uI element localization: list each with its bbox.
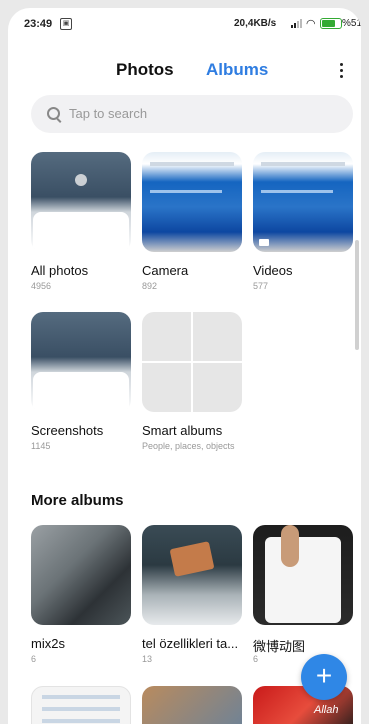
album-title: Camera <box>142 263 189 278</box>
more-albums-title: More albums <box>31 492 124 509</box>
scroll-indicator[interactable] <box>355 240 359 350</box>
album-thumbnail-partial[interactable] <box>31 686 131 724</box>
video-camera-icon <box>259 239 269 246</box>
album-thumbnail <box>142 152 242 252</box>
album-title: Screenshots <box>31 423 104 438</box>
status-bar: 23:49 ▣ 20,4KB/s ◠ %51 <box>8 8 361 38</box>
album-thumbnail <box>142 525 242 625</box>
album-thumbnail <box>253 525 353 625</box>
album-thumbnail-partial[interactable] <box>142 686 242 724</box>
album-title: 微博动图 <box>253 639 306 654</box>
album-count: 13 <box>142 654 153 664</box>
album-tel-ozellikleri[interactable]: tel özellikleri ta... 13 <box>142 525 242 664</box>
watermark-text: Allah <box>314 704 339 716</box>
add-album-button[interactable]: + <box>301 654 347 700</box>
album-title: Smart albums <box>142 423 223 438</box>
album-screenshots[interactable]: Screenshots 1145 <box>31 312 131 451</box>
battery-percent: %51 <box>342 18 361 29</box>
battery-icon <box>320 18 342 29</box>
header-tabs: Photos Albums <box>8 60 361 84</box>
album-title: tel özellikleri ta... <box>142 636 239 651</box>
search-icon <box>47 107 60 120</box>
gallery-screen: 23:49 ▣ 20,4KB/s ◠ %51 Photos Albums Tap… <box>8 8 361 724</box>
album-title: All photos <box>31 263 89 278</box>
tab-photos[interactable]: Photos <box>116 60 174 80</box>
album-count: 6 <box>253 654 259 664</box>
album-count: People, places, objects <box>142 441 235 451</box>
album-count: 577 <box>253 281 269 291</box>
album-mix2s[interactable]: mix2s 6 <box>31 525 131 664</box>
album-count: 1145 <box>31 441 51 451</box>
album-thumbnail <box>31 152 131 252</box>
album-smart-albums[interactable]: Smart albums People, places, objects <box>142 312 242 451</box>
album-camera[interactable]: Camera 892 <box>142 152 242 291</box>
album-title: Videos <box>253 263 293 278</box>
album-all-photos[interactable]: All photos 4956 <box>31 152 131 291</box>
wifi-icon: ◠ <box>306 18 316 30</box>
album-count: 892 <box>142 281 158 291</box>
album-thumbnail <box>253 152 353 252</box>
search-bar[interactable]: Tap to search <box>31 95 353 133</box>
status-time: 23:49 <box>24 18 53 30</box>
network-speed: 20,4KB/s <box>234 18 277 29</box>
album-title: mix2s <box>31 636 65 651</box>
tab-albums[interactable]: Albums <box>206 60 268 80</box>
sim-icon: ▣ <box>60 18 72 30</box>
album-thumbnail <box>31 525 131 625</box>
signal-icon <box>291 19 302 28</box>
search-placeholder: Tap to search <box>69 106 148 121</box>
album-thumbnail <box>31 312 131 412</box>
album-count: 4956 <box>31 281 52 291</box>
more-options-icon[interactable] <box>333 60 349 82</box>
album-thumbnail <box>142 312 242 412</box>
album-weibo[interactable]: 微博动图 6 <box>253 525 353 664</box>
album-count: 6 <box>31 654 37 664</box>
album-videos[interactable]: Videos 577 <box>253 152 353 291</box>
